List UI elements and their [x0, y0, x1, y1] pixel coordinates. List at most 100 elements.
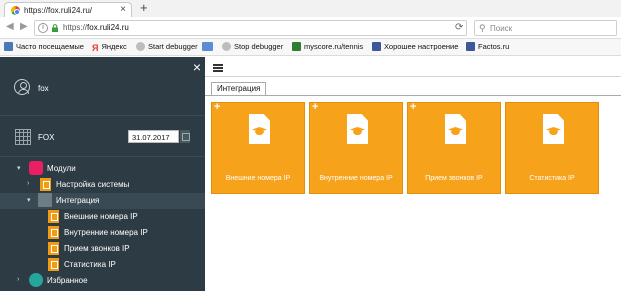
tile-label: Внутренние номера IP	[319, 175, 393, 182]
date-field[interactable]: 31.07.2017	[128, 130, 179, 143]
tree-label: Внешние номера IP	[64, 212, 138, 221]
url-text[interactable]: https://fox.ruli24.ru	[63, 23, 129, 32]
graduation-doc-icon	[445, 114, 466, 144]
chevron-down-icon: ▾	[27, 197, 31, 204]
bookmark-stop-debugger[interactable]: Stop debugger	[222, 42, 283, 51]
bookmark-most-visited[interactable]: Часто посещаемые	[4, 42, 84, 51]
org-name: FOX	[38, 133, 55, 142]
document-icon	[40, 178, 51, 191]
lock-icon	[52, 24, 58, 32]
graduation-doc-icon	[347, 114, 368, 144]
myscore-icon	[292, 42, 301, 51]
tree-item-leaf[interactable]: Статистика IP	[0, 257, 205, 273]
bookmark-star-icon	[4, 42, 13, 51]
document-icon	[48, 242, 59, 255]
browser-tab-bar: https://fox.ruli24.ru/ × +	[0, 0, 621, 17]
tile-label: Внешние номера IP	[225, 175, 291, 182]
modules-icon	[29, 161, 43, 175]
sidebar-divider	[0, 115, 205, 116]
tile-label: Статистика IP	[529, 175, 575, 182]
bookmark-factos[interactable]: Factos.ru	[466, 42, 509, 51]
tree-label: Избранное	[47, 276, 88, 285]
bookmark-good-mood[interactable]: Хорошее настроение	[372, 42, 458, 51]
tree-item-integration[interactable]: ▾ Интеграция	[0, 193, 205, 209]
tree-label: Статистика IP	[64, 260, 116, 269]
browser-tab[interactable]: https://fox.ruli24.ru/ ×	[4, 2, 132, 17]
tab-divider	[205, 95, 621, 96]
bookmark-flag[interactable]	[202, 42, 216, 51]
tile-statistics[interactable]: Статистика IP	[505, 102, 599, 194]
chevron-down-icon: ▾	[17, 165, 21, 172]
document-icon	[48, 258, 59, 271]
sidebar: × fox FOX 31.07.2017 ▾ Модули › Настройк…	[0, 57, 205, 291]
tree-label: Интеграция	[56, 196, 100, 205]
add-icon[interactable]: +	[214, 101, 220, 113]
tab-title: https://fox.ruli24.ru/	[24, 6, 93, 15]
new-tab-button[interactable]: +	[140, 0, 148, 15]
bookmarks-bar: Часто посещаемые Я Яндекс Start debugger …	[0, 39, 621, 56]
search-placeholder: Поиск	[490, 24, 513, 33]
bookmark-label: Factos.ru	[478, 42, 510, 51]
url-prefix: https://	[63, 23, 88, 32]
tree-label: Прием звонков IP	[64, 244, 130, 253]
document-icon	[48, 210, 59, 223]
facebook-icon	[466, 42, 475, 51]
integration-icon	[38, 193, 52, 207]
document-icon	[48, 226, 59, 239]
reload-icon[interactable]: ⟳	[455, 22, 463, 33]
add-icon[interactable]: +	[312, 101, 318, 113]
calendar-icon[interactable]	[180, 130, 190, 143]
tab-close-icon[interactable]: ×	[120, 4, 126, 15]
globe-icon	[222, 42, 231, 51]
header-divider	[205, 76, 621, 77]
chevron-right-icon: ›	[27, 180, 30, 187]
user-avatar-icon	[14, 79, 30, 95]
graduation-doc-icon	[543, 114, 564, 144]
tree-label: Внутренние номера IP	[64, 228, 148, 237]
hamburger-menu-icon[interactable]	[213, 64, 223, 72]
tree-item-leaf[interactable]: Внутренние номера IP	[0, 225, 205, 241]
forward-arrow-icon[interactable]: ▶	[20, 21, 28, 32]
browser-nav-bar: ◀ ▶ i https://fox.ruli24.ru ⟳ ⚲ Поиск	[0, 17, 621, 39]
graduation-doc-icon	[249, 114, 270, 144]
bookmark-label: myscore.ru/tennis	[304, 42, 364, 51]
tree-item-favorites[interactable]: › Избранное	[0, 273, 205, 289]
star-icon	[29, 273, 43, 287]
search-input[interactable]: ⚲ Поиск	[474, 20, 617, 36]
bookmark-label: Start debugger	[148, 42, 198, 51]
main-content: Интеграция + Внешние номера IP + Внутрен…	[205, 57, 621, 291]
chevron-right-icon: ›	[17, 276, 20, 283]
bookmark-label: Stop debugger	[234, 42, 284, 51]
info-icon[interactable]: i	[38, 23, 48, 33]
tab-integration[interactable]: Интеграция	[211, 82, 267, 95]
tree-item-modules[interactable]: ▾ Модули	[0, 161, 205, 177]
user-name: fox	[38, 84, 49, 93]
sidebar-divider	[0, 156, 205, 157]
globe-icon	[136, 42, 145, 51]
bookmark-label: Яндекс	[101, 42, 127, 51]
tree-item-leaf[interactable]: Внешние номера IP	[0, 209, 205, 225]
url-host: fox.ruli24.ru	[87, 23, 129, 32]
add-icon[interactable]: +	[410, 101, 416, 113]
chrome-favicon-icon	[11, 6, 20, 15]
tile-label: Прием звонков IP	[425, 175, 483, 182]
tile-external-numbers[interactable]: + Внешние номера IP	[211, 101, 305, 194]
tile-internal-numbers[interactable]: + Внутренние номера IP	[309, 101, 403, 194]
search-icon: ⚲	[479, 23, 486, 33]
bookmark-myscore[interactable]: myscore.ru/tennis	[292, 42, 363, 51]
sidebar-close-icon[interactable]: ×	[193, 60, 201, 74]
flag-icon	[202, 42, 213, 51]
bookmark-label: Хорошее настроение	[384, 42, 459, 51]
tree-item-leaf[interactable]: Прием звонков IP	[0, 241, 205, 257]
tile-call-receiving[interactable]: + Прием звонков IP	[407, 101, 501, 194]
address-bar[interactable]: i https://fox.ruli24.ru	[34, 20, 467, 36]
building-icon	[15, 129, 31, 145]
tree-item-system-settings[interactable]: › Настройка системы	[0, 177, 205, 193]
bookmark-label: Часто посещаемые	[16, 42, 84, 51]
back-arrow-icon[interactable]: ◀	[6, 21, 14, 32]
yandex-icon: Я	[92, 43, 99, 53]
bookmark-start-debugger[interactable]: Start debugger	[136, 42, 198, 51]
tree-label: Настройка системы	[56, 180, 130, 189]
bookmark-yandex[interactable]: Я Яндекс	[92, 42, 127, 53]
facebook-icon	[372, 42, 381, 51]
